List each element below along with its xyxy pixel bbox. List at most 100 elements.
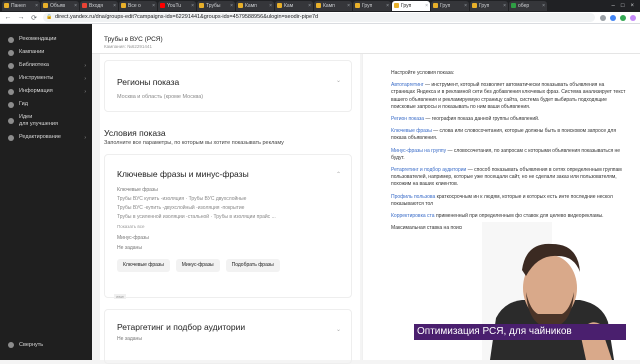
profile-avatar[interactable] bbox=[630, 14, 636, 21]
sidebar-item[interactable]: Идеи для улучшения bbox=[0, 112, 92, 130]
sidebar-item[interactable]: Редактирование › bbox=[0, 132, 92, 143]
browser-tab[interactable]: Входя × bbox=[80, 1, 118, 11]
sidebar-item-label: Гид bbox=[19, 101, 28, 107]
browser-tab[interactable]: YouTu × bbox=[158, 1, 196, 11]
browser-tab[interactable]: Панел × bbox=[2, 1, 40, 11]
keyword-phrase: Трубы ВУС -купить -двухслойный -изоляция… bbox=[117, 205, 245, 211]
sidebar-item-label: Идеи для улучшения bbox=[19, 114, 58, 127]
close-tab-icon[interactable]: × bbox=[347, 1, 350, 11]
extension-icon[interactable] bbox=[610, 14, 616, 21]
close-tab-icon[interactable]: × bbox=[425, 1, 428, 11]
sidebar-item[interactable]: Информация › bbox=[0, 86, 92, 97]
tab-label: Груп bbox=[401, 3, 412, 9]
browser-tab[interactable]: Трубы × bbox=[197, 1, 235, 11]
retargeting-card[interactable]: Ретаргетинг и подбор аудитории ⌄ Не зада… bbox=[104, 309, 352, 364]
browser-tab[interactable]: Объяв × bbox=[41, 1, 79, 11]
menu-icon bbox=[8, 75, 14, 82]
help-link[interactable]: Ключевые фразы bbox=[391, 128, 432, 134]
sidebar-item[interactable]: Кампании bbox=[0, 47, 92, 58]
chevron-up-icon[interactable]: ⌃ bbox=[336, 171, 341, 178]
tab-label: Панел bbox=[11, 3, 26, 9]
browser-tab[interactable]: Камп × bbox=[236, 1, 274, 11]
sidebar-item[interactable]: Рекомендации bbox=[0, 34, 92, 45]
extension-icon[interactable] bbox=[600, 14, 606, 21]
help-text: — география показа данной группы объявле… bbox=[424, 116, 540, 123]
browser-tab[interactable]: Груп × bbox=[431, 1, 469, 11]
tab-label: Груп bbox=[440, 3, 451, 9]
browser-tab[interactable]: Груп × bbox=[470, 1, 508, 11]
retargeting-value: Не заданы bbox=[117, 336, 142, 342]
close-tab-icon[interactable]: × bbox=[152, 1, 155, 11]
tab-label: Груп bbox=[362, 3, 373, 9]
help-link[interactable]: Минус-фразы на группу bbox=[391, 148, 446, 154]
campaign-number: Кампания: №62291441 bbox=[104, 44, 152, 49]
help-link[interactable]: Автотаргетинг bbox=[391, 82, 424, 88]
help-text: примененный при определенным фо ставок д… bbox=[434, 213, 604, 220]
sidebar-item-label: Редактирование bbox=[19, 134, 61, 140]
close-tab-icon[interactable]: × bbox=[230, 1, 233, 11]
edit-form: Регионы показа Москва и область (кроме М… bbox=[100, 54, 360, 364]
menu-icon bbox=[8, 36, 14, 43]
tab-label: Груп bbox=[479, 3, 490, 9]
close-tab-icon[interactable]: × bbox=[35, 1, 38, 11]
close-tab-icon[interactable]: × bbox=[542, 1, 545, 11]
keywords-card: Ключевые фразы и минус-фразы ⌃ Ключевые … bbox=[104, 154, 352, 298]
reload-icon[interactable]: ⟳ bbox=[30, 14, 38, 22]
browser-tab[interactable]: Груп × bbox=[353, 1, 391, 11]
close-tab-icon[interactable]: × bbox=[191, 1, 194, 11]
tab-label: Входя bbox=[89, 3, 104, 9]
minus-phrases-label: Минус-фразы bbox=[117, 235, 149, 241]
tab-label: Камп bbox=[245, 3, 257, 9]
page-header: Трубы в ВУС (РСЯ) Кампания: №62291441 bbox=[92, 24, 640, 54]
close-tab-icon[interactable]: × bbox=[464, 1, 467, 11]
minimize-icon[interactable]: – bbox=[612, 3, 615, 9]
forward-icon[interactable]: → bbox=[17, 14, 25, 21]
browser-tab[interactable]: Груп × bbox=[392, 1, 430, 11]
close-tab-icon[interactable]: × bbox=[386, 1, 389, 11]
keywords-button[interactable]: Ключевые фразы bbox=[117, 259, 170, 272]
maximize-icon[interactable]: □ bbox=[621, 3, 625, 9]
sidebar-item[interactable]: Библиотека › bbox=[0, 60, 92, 71]
browser-tab[interactable]: Камп × bbox=[314, 1, 352, 11]
sidebar: Рекомендации Кампании Библиотека › Инструмен… bbox=[0, 24, 92, 360]
help-link[interactable]: Корректировка ста bbox=[391, 213, 435, 219]
minus-phrases-value: Не заданы bbox=[117, 245, 142, 251]
chevron-right-icon: › bbox=[84, 62, 86, 69]
help-link[interactable]: Регион показа bbox=[391, 116, 424, 122]
browser-tab[interactable]: Все о × bbox=[119, 1, 157, 11]
back-icon[interactable]: ← bbox=[4, 14, 12, 21]
sidebar-menu: Рекомендации Кампании Библиотека › Инструмен… bbox=[0, 24, 92, 143]
conditions-title: Условия показа bbox=[104, 128, 166, 138]
conditions-subtitle: Заполните все параметры, по которым вы х… bbox=[104, 140, 284, 146]
help-text: Максимальная ставка на поиске... bbox=[391, 225, 471, 232]
pick-phrases-button[interactable]: Подобрать фразы bbox=[225, 259, 280, 272]
help-text: — инструмент, который позволяет автомати… bbox=[391, 82, 626, 110]
tab-label: YouTu bbox=[167, 3, 182, 9]
sidebar-item[interactable]: Инструменты › bbox=[0, 73, 92, 84]
chevron-down-icon[interactable]: ⌄ bbox=[336, 77, 341, 84]
window-controls: – □ × bbox=[612, 3, 640, 9]
close-tab-icon[interactable]: × bbox=[74, 1, 77, 11]
browser-tab[interactable]: обер × bbox=[509, 1, 547, 11]
sidebar-item[interactable]: Гид bbox=[0, 99, 92, 110]
close-window-icon[interactable]: × bbox=[630, 3, 634, 9]
extension-icon[interactable] bbox=[620, 14, 626, 21]
tab-label: Все о bbox=[128, 3, 141, 9]
close-tab-icon[interactable]: × bbox=[269, 1, 272, 11]
help-link[interactable]: Ретаргетинг и подбор аудитории bbox=[391, 167, 466, 173]
url-field[interactable]: direct.yandex.ru/dna/groups-edit?campaig… bbox=[43, 13, 595, 22]
help-link[interactable]: Профиль пользова bbox=[391, 194, 435, 200]
browser-tab[interactable]: Кам × bbox=[275, 1, 313, 11]
minus-phrases-button[interactable]: Минус-фразы bbox=[175, 259, 220, 272]
chevron-down-icon[interactable]: ⌄ bbox=[336, 326, 341, 333]
menu-icon bbox=[8, 62, 14, 69]
close-tab-icon[interactable]: × bbox=[113, 1, 116, 11]
tab-label: Кам bbox=[284, 3, 294, 9]
close-tab-icon[interactable]: × bbox=[503, 1, 506, 11]
regions-card[interactable]: Регионы показа Москва и область (кроме М… bbox=[104, 60, 352, 112]
close-tab-icon[interactable]: × bbox=[308, 1, 311, 11]
regions-value: Москва и область (кроме Москва) bbox=[117, 94, 204, 100]
collapse-button[interactable]: Свернуть bbox=[8, 342, 43, 348]
show-all-link[interactable]: Показать все bbox=[117, 224, 339, 229]
small-tag: wsw bbox=[114, 294, 126, 299]
